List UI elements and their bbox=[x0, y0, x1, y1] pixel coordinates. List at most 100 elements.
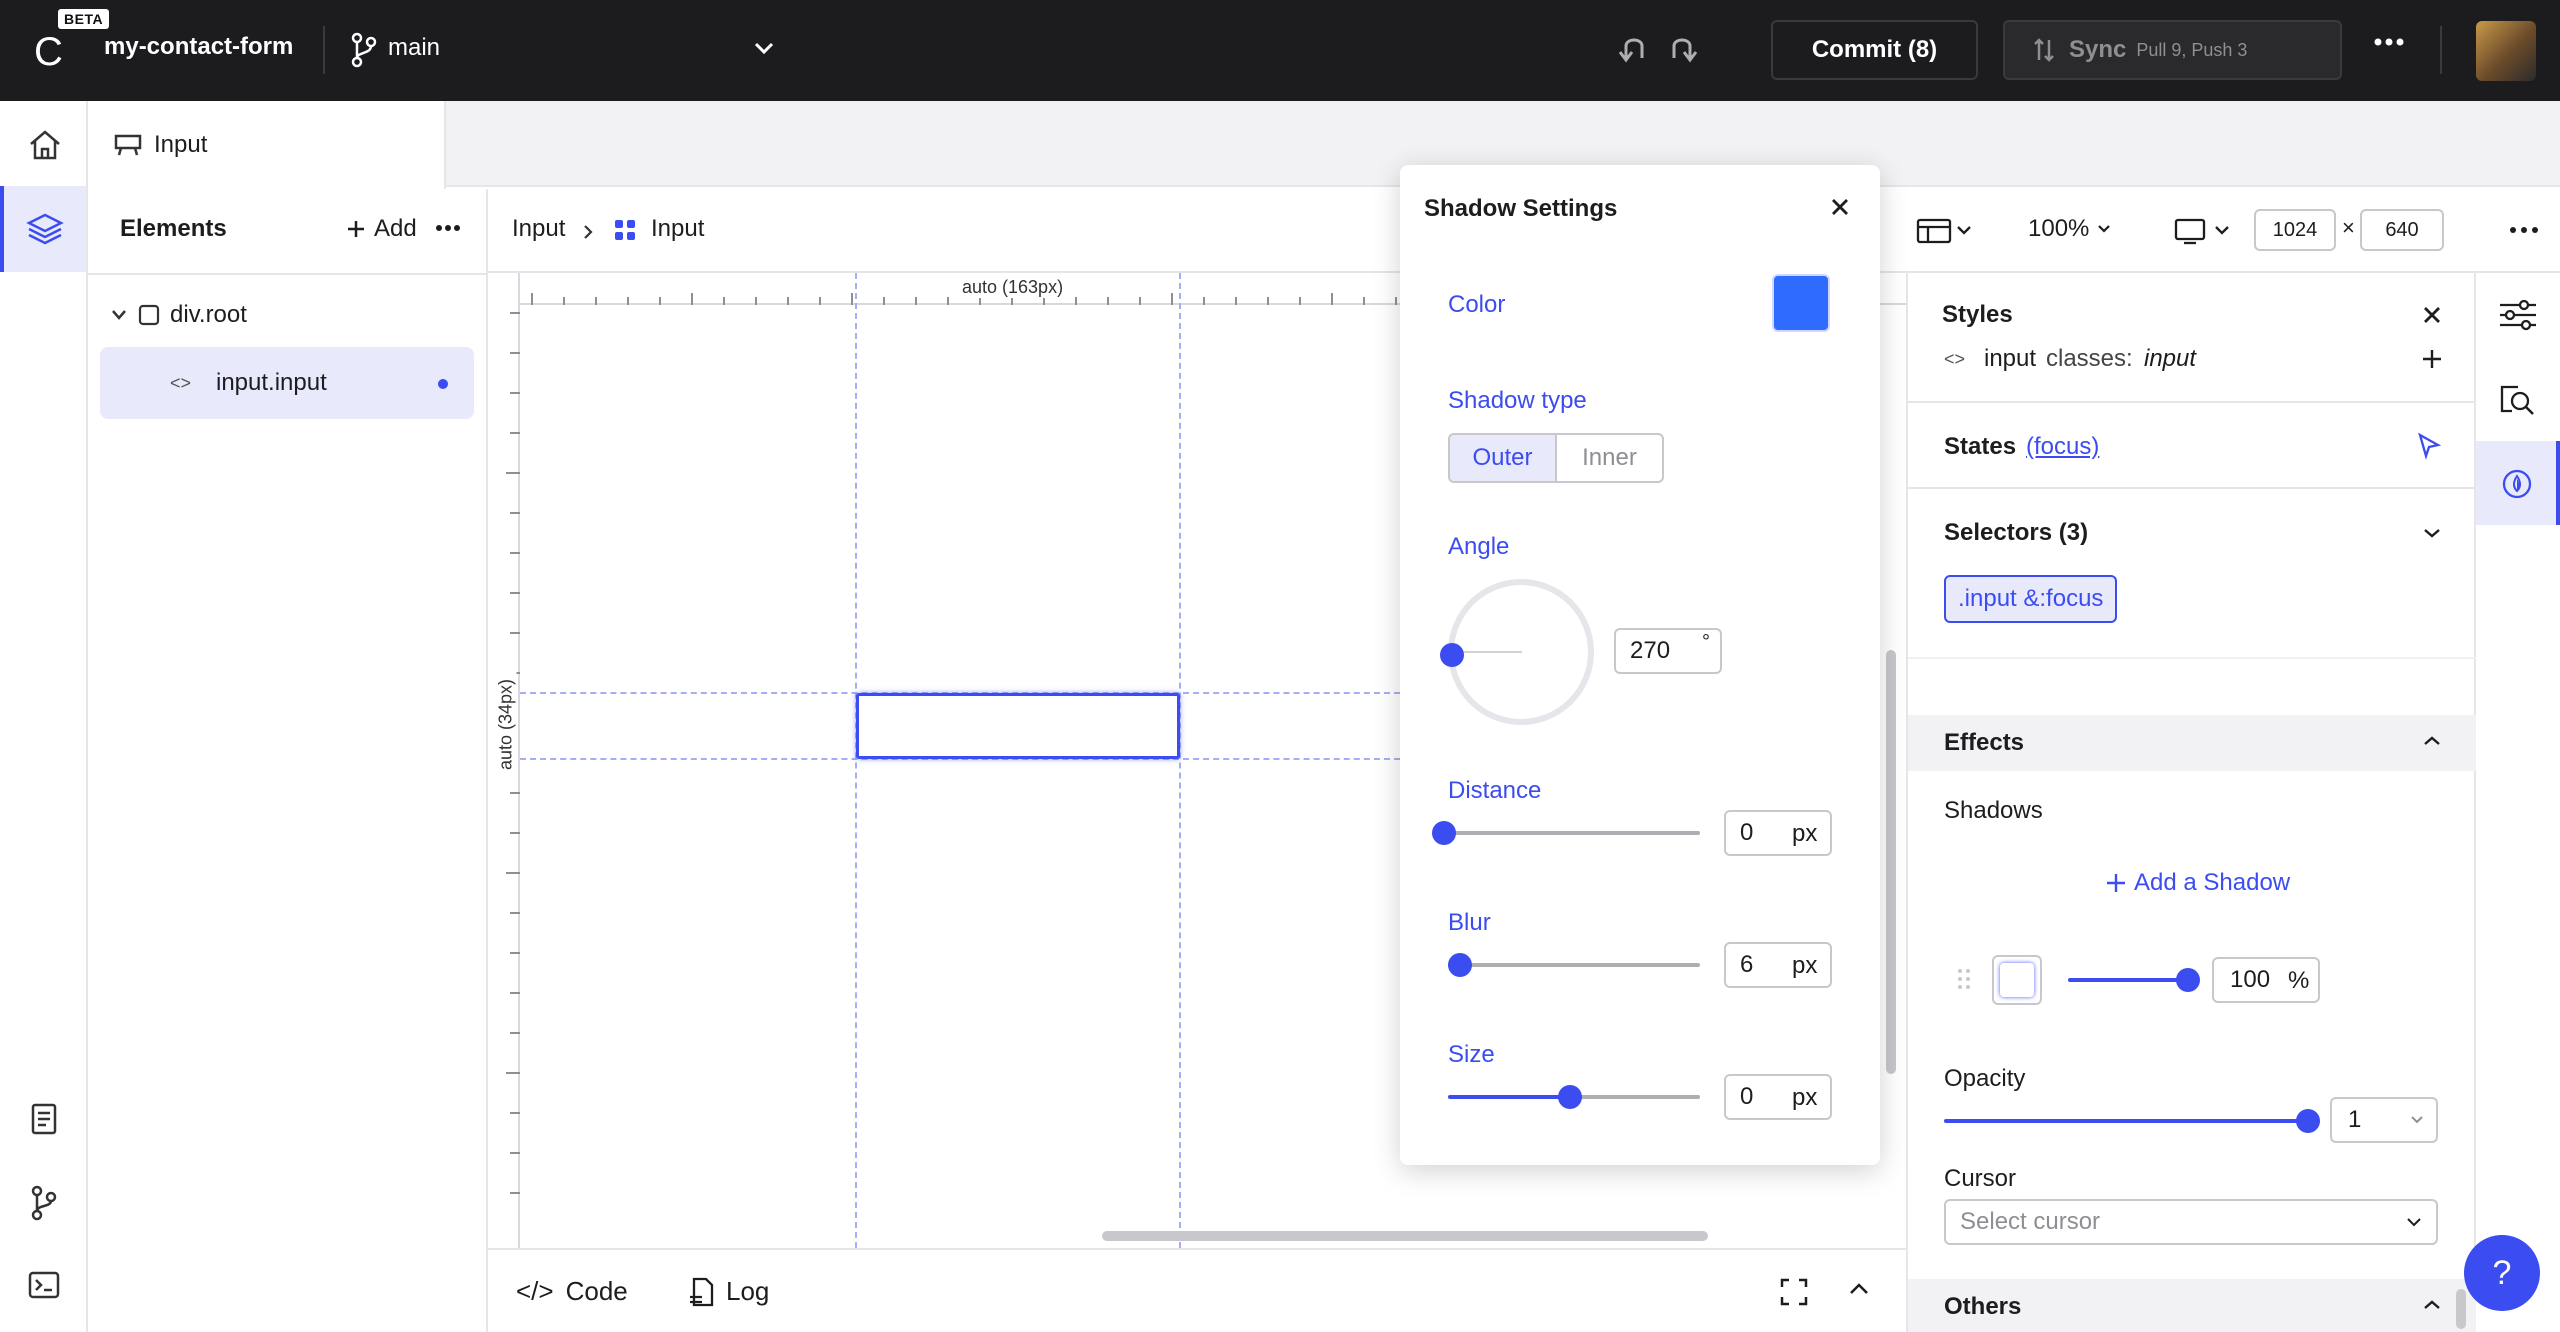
add-element-button[interactable]: Add bbox=[346, 215, 417, 243]
tree-item-div-root[interactable]: div.root bbox=[110, 295, 247, 335]
avatar[interactable] bbox=[2476, 21, 2536, 81]
guide-line bbox=[1179, 273, 1181, 1248]
component-grid-icon bbox=[614, 219, 636, 241]
opacity-select[interactable]: 1 bbox=[2330, 1097, 2438, 1143]
home-icon[interactable] bbox=[28, 129, 62, 161]
component-icon bbox=[114, 133, 142, 157]
more-icon[interactable] bbox=[436, 225, 460, 231]
divider bbox=[323, 26, 325, 74]
cursor-label: Cursor bbox=[1944, 1165, 2017, 1192]
chevron-down-icon[interactable] bbox=[110, 308, 128, 322]
tree-item-label: input.input bbox=[216, 369, 327, 396]
shadow-preview-swatch[interactable] bbox=[1992, 955, 2042, 1005]
drag-handle-icon[interactable] bbox=[1956, 967, 1972, 991]
distance-slider-thumb[interactable] bbox=[1432, 821, 1456, 845]
document-icon[interactable] bbox=[30, 1103, 58, 1135]
layers-icon bbox=[26, 212, 64, 246]
classes-value[interactable]: input bbox=[2144, 345, 2196, 373]
blur-slider-track[interactable] bbox=[1458, 963, 1700, 967]
beta-badge: BETA bbox=[58, 9, 110, 29]
horizontal-scrollbar[interactable] bbox=[1102, 1231, 1708, 1241]
px-unit: px bbox=[1792, 820, 1818, 847]
close-icon[interactable] bbox=[1830, 197, 1850, 217]
divider bbox=[1908, 401, 2476, 403]
fullscreen-icon[interactable] bbox=[1780, 1278, 1808, 1306]
chevron-down-icon[interactable] bbox=[2422, 527, 2442, 539]
help-button[interactable]: ? bbox=[2464, 1235, 2540, 1311]
layers-tab[interactable] bbox=[0, 186, 86, 272]
tab-input[interactable]: Input bbox=[88, 101, 446, 189]
opacity-value: 1 bbox=[2348, 1106, 2362, 1133]
terminal-icon[interactable] bbox=[28, 1271, 60, 1299]
drop-icon[interactable] bbox=[2500, 467, 2534, 501]
size-slider-thumb[interactable] bbox=[1558, 1085, 1582, 1109]
screen-size-icon[interactable] bbox=[2174, 217, 2232, 245]
blur-slider-thumb[interactable] bbox=[1448, 953, 1472, 977]
sliders-icon[interactable] bbox=[2498, 299, 2538, 331]
angle-label: Angle bbox=[1448, 533, 1510, 560]
width-input[interactable]: 1024 bbox=[2254, 209, 2336, 251]
more-icon[interactable] bbox=[2374, 38, 2404, 46]
plus-icon[interactable] bbox=[2422, 349, 2442, 369]
cursor-placeholder: Select cursor bbox=[1960, 1208, 2101, 1235]
more-icon[interactable] bbox=[2510, 227, 2538, 233]
log-tab[interactable]: Log bbox=[688, 1276, 769, 1307]
vertical-scrollbar[interactable] bbox=[1886, 650, 1896, 1074]
git-branch-icon bbox=[350, 32, 378, 68]
app-logo[interactable]: C bbox=[34, 30, 63, 75]
cursor-select[interactable]: Select cursor bbox=[1944, 1199, 2438, 1245]
undo-icon[interactable] bbox=[1616, 34, 1652, 66]
breadcrumb-item[interactable]: Input bbox=[512, 215, 565, 243]
code-tab[interactable]: </> Code bbox=[516, 1276, 628, 1307]
opacity-label: Opacity bbox=[1944, 1065, 2026, 1092]
opacity-slider-track[interactable] bbox=[1944, 1119, 2308, 1123]
shadow-color-swatch[interactable] bbox=[1772, 274, 1830, 332]
times-sign: × bbox=[2342, 215, 2355, 240]
height-input[interactable]: 640 bbox=[2360, 209, 2444, 251]
redo-icon[interactable] bbox=[1664, 34, 1700, 66]
styles-panel: Styles <> input classes: input States (f… bbox=[1906, 273, 2476, 1332]
chevron-down-icon[interactable] bbox=[752, 40, 776, 56]
elements-panel: Elements Add div.root <> input.input bbox=[88, 189, 488, 1332]
divider bbox=[1908, 657, 2476, 659]
sync-button[interactable]: Sync Pull 9, Push 3 bbox=[2003, 20, 2342, 80]
distance-label: Distance bbox=[1448, 777, 1542, 804]
effects-label: Effects bbox=[1944, 729, 2025, 756]
shadow-settings-popup: Shadow Settings Color Shadow type Outer … bbox=[1400, 165, 1880, 1165]
code-label: Code bbox=[565, 1276, 628, 1306]
pointer-state-icon[interactable] bbox=[2414, 431, 2444, 461]
element-name: input bbox=[1984, 345, 2037, 372]
selected-input-element[interactable] bbox=[856, 693, 1180, 759]
git-icon[interactable] bbox=[30, 1185, 58, 1221]
shadow-opacity-slider-thumb[interactable] bbox=[2176, 968, 2200, 992]
inspect-icon[interactable] bbox=[2498, 383, 2536, 417]
chevron-up-icon[interactable] bbox=[2422, 735, 2442, 747]
add-shadow-button[interactable]: Add a Shadow bbox=[2106, 869, 2290, 897]
size-slider-track[interactable] bbox=[1570, 1095, 1700, 1099]
zoom-select[interactable]: 100% bbox=[2028, 215, 2111, 243]
layout-icon[interactable] bbox=[1916, 217, 1974, 245]
tab-strip bbox=[88, 101, 2560, 187]
panel-scrollbar[interactable] bbox=[2456, 1289, 2466, 1329]
chevron-down-icon bbox=[2407, 1218, 2421, 1227]
active-indicator bbox=[2556, 441, 2560, 525]
shadow-type-outer[interactable]: Outer bbox=[1450, 435, 1557, 481]
chevron-up-icon[interactable] bbox=[2422, 1299, 2442, 1311]
shadow-opacity-slider-track[interactable] bbox=[2068, 978, 2188, 982]
tree-item-input[interactable]: <> input.input bbox=[100, 347, 474, 419]
commit-button[interactable]: Commit (8) bbox=[1771, 20, 1978, 80]
angle-dial-thumb[interactable] bbox=[1440, 643, 1464, 667]
chevron-up-icon[interactable] bbox=[1848, 1282, 1870, 1296]
log-icon bbox=[688, 1277, 714, 1307]
elements-title: Elements bbox=[120, 215, 227, 242]
selector-chip[interactable]: .input &:focus bbox=[1944, 575, 2118, 623]
distance-slider-track[interactable] bbox=[1444, 831, 1700, 835]
opacity-slider-thumb[interactable] bbox=[2296, 1109, 2320, 1133]
states-link[interactable]: (focus) bbox=[2026, 433, 2099, 461]
log-label: Log bbox=[726, 1276, 770, 1306]
branch-name[interactable]: main bbox=[388, 34, 440, 62]
breadcrumb-item[interactable]: Input bbox=[651, 215, 704, 243]
close-icon[interactable] bbox=[2422, 305, 2442, 325]
shadow-type-inner[interactable]: Inner bbox=[1557, 435, 1662, 481]
project-name[interactable]: my-contact-form bbox=[104, 33, 293, 61]
